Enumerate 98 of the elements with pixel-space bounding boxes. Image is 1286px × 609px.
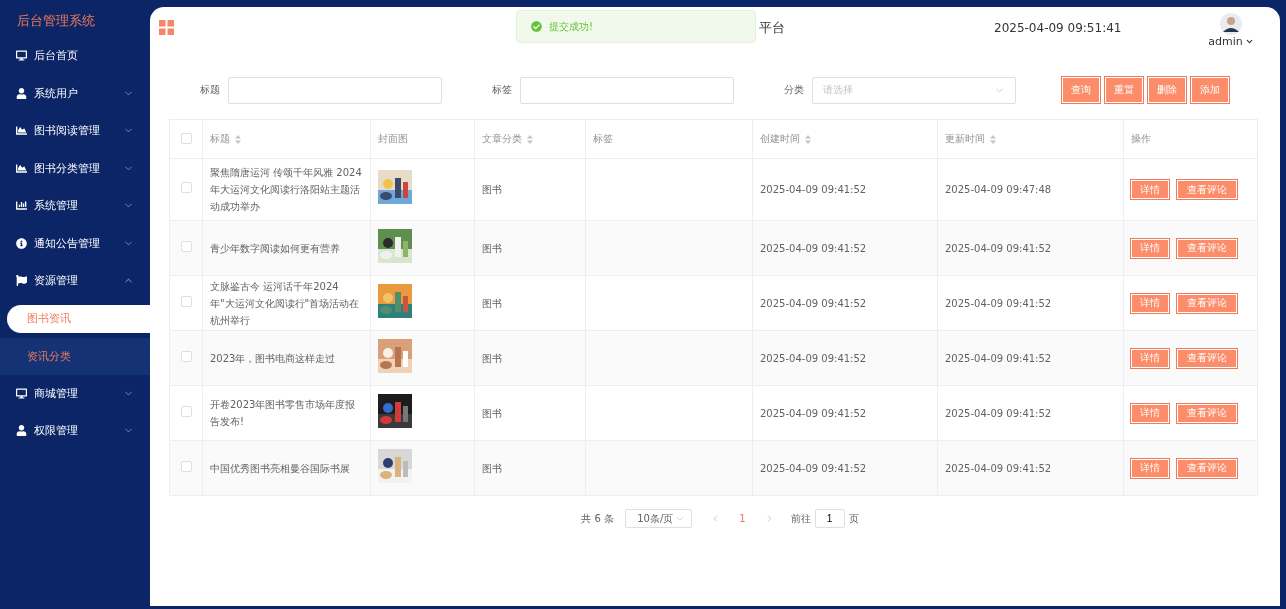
row-action-button[interactable]: 查看评论 <box>1177 348 1237 368</box>
column-header[interactable]: 更新时间 <box>937 119 1124 159</box>
total-count: 共 6 条 <box>581 511 615 526</box>
menu-item[interactable]: 系统用户 <box>0 74 150 112</box>
field-label: 标签 <box>491 83 512 97</box>
column-header[interactable]: 创建时间 <box>752 119 938 159</box>
field-label: 标题 <box>199 83 220 97</box>
sort-icon[interactable] <box>805 134 811 144</box>
table-cell: 2025-04-09 09:41:52 <box>945 462 1052 474</box>
row-action-button[interactable]: 详情 <box>1131 348 1169 368</box>
sort-icon[interactable] <box>990 134 996 144</box>
table-cell: 2025-04-09 09:41:52 <box>760 462 867 474</box>
menu-item[interactable]: 图书阅读管理 <box>0 112 150 150</box>
table-cell: 2025-04-09 09:41:52 <box>760 242 867 254</box>
bar-chart-icon <box>16 200 27 212</box>
row-action-button[interactable]: 详情 <box>1131 293 1169 313</box>
action-button[interactable]: 添加 <box>1191 77 1229 103</box>
user-icon <box>16 425 27 437</box>
table-cell: 图书 <box>482 297 502 309</box>
table-cell: 2025-04-09 09:41:52 <box>760 184 867 195</box>
table-cell: 聚焦隋唐运河 传颂千年风雅 2024年大运河文化阅读行洛阳站主题活动成功举办 <box>210 167 362 212</box>
column-header: 封面图 <box>370 119 475 159</box>
menu-item[interactable]: 资源管理 <box>0 262 150 300</box>
table-cell: 图书 <box>482 184 502 195</box>
row-action-button[interactable]: 详情 <box>1131 238 1169 258</box>
datetime: 2025-04-09 09:51:41 <box>994 20 1123 35</box>
toast-message: 提交成功! <box>549 19 593 34</box>
menu-item[interactable]: 权限管理 <box>0 412 150 450</box>
column-header[interactable]: 标题 <box>202 119 371 159</box>
submenu-item[interactable]: 图书资讯 <box>7 304 150 333</box>
table-cell: 中国优秀图书亮相曼谷国际书展 <box>210 462 350 474</box>
row-action-button[interactable]: 查看评论 <box>1177 403 1237 423</box>
grid-icon[interactable] <box>159 20 174 35</box>
submenu-item[interactable]: 资讯分类 <box>0 337 150 375</box>
checkbox[interactable] <box>180 405 192 417</box>
table-cell: 2025-04-09 09:41:52 <box>760 352 867 364</box>
row-action-button[interactable]: 详情 <box>1131 180 1169 199</box>
page-input[interactable]: 1 <box>814 509 845 528</box>
info-icon <box>16 237 27 249</box>
sort-icon[interactable] <box>235 134 241 144</box>
app-title: 后台管理系统 <box>16 12 96 30</box>
caret-icon <box>1244 37 1254 46</box>
chart-icon <box>16 162 27 174</box>
chart-icon <box>16 125 27 137</box>
text-field[interactable] <box>228 76 442 104</box>
checkbox[interactable] <box>180 350 192 362</box>
table-cell: 2025-04-09 09:41:52 <box>945 407 1052 419</box>
monitor-icon <box>16 387 27 399</box>
checkbox[interactable] <box>180 132 192 144</box>
table-cell: 2025-04-09 09:41:52 <box>760 407 867 419</box>
table-cell: 图书 <box>482 352 502 364</box>
row-action-button[interactable]: 详情 <box>1131 403 1169 423</box>
column-header: 操作 <box>1123 119 1258 159</box>
user-menu[interactable]: admin <box>1208 35 1254 48</box>
table-cell: 青少年数字阅读如何更有营养 <box>210 242 340 254</box>
table-cell: 2025-04-09 09:41:52 <box>945 352 1052 364</box>
row-action-button[interactable]: 查看评论 <box>1177 293 1237 313</box>
table-cell: 图书 <box>482 462 502 474</box>
page-title: 平台 <box>759 18 786 37</box>
page-suffix: 页 <box>848 511 859 526</box>
checkbox[interactable] <box>180 295 192 307</box>
table-cell: 图书 <box>482 407 502 419</box>
row-action-button[interactable]: 查看评论 <box>1177 458 1237 478</box>
action-button[interactable]: 查询 <box>1062 77 1100 103</box>
table-cell: 2025-04-09 09:47:48 <box>945 184 1052 195</box>
menu-item[interactable]: 后台首页 <box>0 37 150 75</box>
checkbox[interactable] <box>180 182 192 193</box>
checkbox[interactable] <box>180 460 192 472</box>
page-size-select[interactable]: 10条/页 <box>625 509 693 528</box>
menu-item[interactable]: 商城管理 <box>0 374 150 412</box>
monitor-icon <box>16 50 27 62</box>
row-action-button[interactable]: 查看评论 <box>1177 180 1237 199</box>
table-cell: 2023年，图书电商这样走过 <box>210 352 336 364</box>
table-cell: 开卷2023年图书零售市场年度报告发布! <box>210 399 356 427</box>
row-action-button[interactable]: 查看评论 <box>1177 238 1237 258</box>
sort-icon[interactable] <box>527 134 533 144</box>
avatar <box>1220 13 1242 35</box>
check-icon <box>531 21 542 32</box>
field-label: 分类 <box>783 83 804 97</box>
table-cell: 图书 <box>482 242 502 254</box>
table-cell: 文脉鉴古今 运河话千年2024年"大运河文化阅读行"首场活动在杭州举行 <box>210 280 360 326</box>
user-icon <box>16 87 27 99</box>
action-button[interactable]: 删除 <box>1148 77 1186 103</box>
checkbox[interactable] <box>180 240 192 252</box>
menu-item[interactable]: 图书分类管理 <box>0 149 150 187</box>
text-field[interactable] <box>520 76 734 104</box>
table-cell: 2025-04-09 09:41:52 <box>760 297 867 309</box>
action-button[interactable]: 重置 <box>1105 77 1143 103</box>
table-cell: 2025-04-09 09:41:52 <box>945 297 1052 309</box>
row-action-button[interactable]: 详情 <box>1131 458 1169 478</box>
menu-item[interactable]: 系统管理 <box>0 187 150 225</box>
menu-item[interactable]: 通知公告管理 <box>0 224 150 262</box>
column-header: 标签 <box>585 119 753 159</box>
table-cell: 2025-04-09 09:41:52 <box>945 242 1052 254</box>
flag-icon <box>16 275 27 287</box>
page-number[interactable]: 1 <box>739 513 746 524</box>
goto-label: 前往 <box>790 511 811 526</box>
column-header[interactable]: 文章分类 <box>474 119 586 159</box>
